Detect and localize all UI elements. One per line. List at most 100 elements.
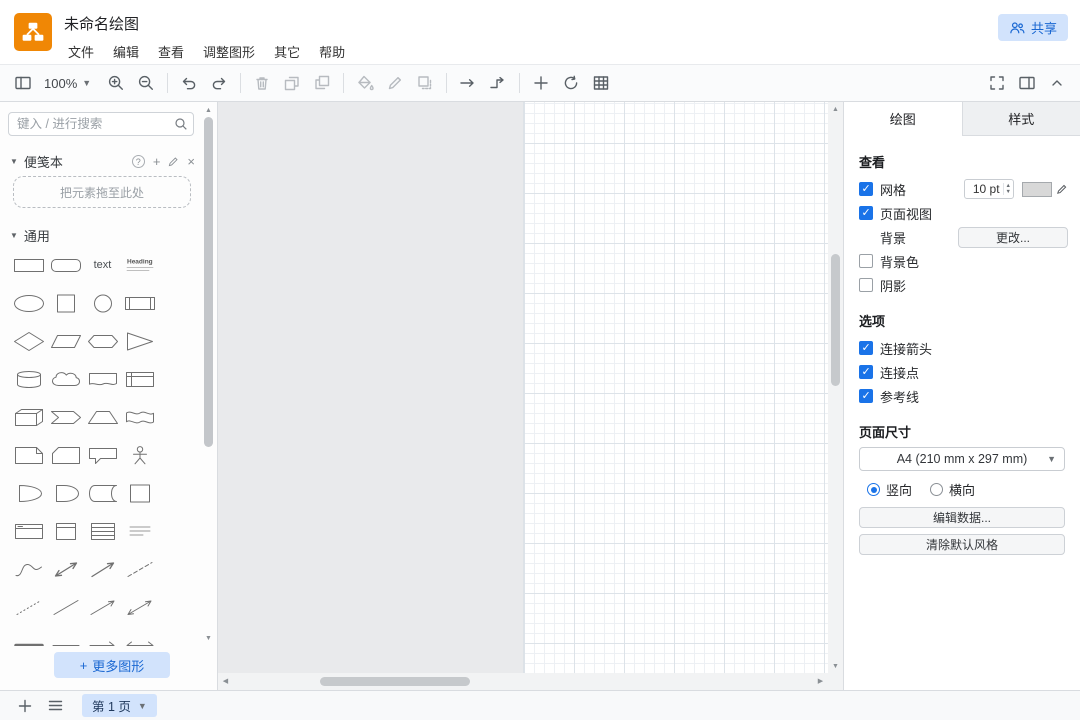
to-back-button[interactable] (307, 69, 337, 97)
scroll-down-icon[interactable]: ▼ (829, 660, 842, 672)
scratchpad-title[interactable]: 便笺本 (24, 152, 63, 171)
scroll-left-icon[interactable]: ◀ (219, 675, 232, 687)
line-color-button[interactable] (380, 69, 410, 97)
shape-search-input[interactable] (8, 112, 194, 136)
menu-arrange[interactable]: 调整图形 (201, 40, 257, 63)
pages-menu-button[interactable] (40, 694, 70, 718)
portrait-option[interactable]: 竖向 (867, 480, 912, 499)
toggle-format-panel-button[interactable] (1012, 69, 1042, 97)
landscape-radio[interactable] (930, 483, 943, 496)
insert-button[interactable] (526, 69, 556, 97)
change-background-button[interactable]: 更改... (958, 227, 1068, 248)
shape-trapezoid[interactable] (84, 398, 121, 436)
shape-window[interactable] (10, 512, 47, 550)
collapse-triangle-icon[interactable]: ▼ (10, 157, 18, 166)
zoom-dropdown[interactable]: 100% ▼ (44, 76, 91, 91)
redo-button[interactable] (204, 69, 234, 97)
scratchpad-help-icon[interactable]: ? (132, 155, 145, 168)
sidebar-scrollbar[interactable]: ▲ ▼ (202, 104, 215, 644)
undo-button[interactable] (174, 69, 204, 97)
grid-checkbox[interactable] (859, 182, 873, 196)
collapse-toolbar-button[interactable] (1042, 69, 1072, 97)
shape-text[interactable]: text (84, 246, 121, 284)
shape-line[interactable] (47, 588, 84, 626)
more-shapes-button[interactable]: + 更多图形 (54, 652, 170, 678)
shape-hexagon[interactable] (84, 322, 121, 360)
portrait-radio[interactable] (867, 483, 880, 496)
shape-or[interactable] (10, 474, 47, 512)
connection-arrow-button[interactable] (453, 69, 483, 97)
shape-card[interactable] (47, 436, 84, 474)
connection-arrows-checkbox[interactable] (859, 341, 873, 355)
menu-edit[interactable]: 编辑 (111, 40, 141, 63)
to-front-button[interactable] (277, 69, 307, 97)
fullscreen-button[interactable] (982, 69, 1012, 97)
shape-horizontal-bidirectional[interactable] (121, 626, 158, 646)
shape-dashed-line[interactable] (121, 550, 158, 588)
scratchpad-add-icon[interactable]: + (153, 154, 161, 169)
shape-data-storage[interactable] (84, 474, 121, 512)
shape-ellipse[interactable] (10, 284, 47, 322)
shape-rectangle[interactable] (10, 246, 47, 284)
stepper-arrows[interactable]: ▲▼ (1003, 183, 1013, 195)
shape-square[interactable] (47, 284, 84, 322)
canvas-vertical-scrollbar[interactable]: ▲ ▼ (828, 102, 843, 673)
shape-curve[interactable] (10, 550, 47, 588)
clear-default-style-button[interactable]: 清除默认风格 (859, 534, 1065, 555)
shape-horizontal-arrow[interactable] (84, 626, 121, 646)
insert-shape-button[interactable] (556, 69, 586, 97)
shape-container[interactable] (121, 474, 158, 512)
shape-cube[interactable] (10, 398, 47, 436)
shadow-button[interactable] (410, 69, 440, 97)
canvas[interactable]: ▲ ▼ ◀ ▶ (218, 102, 843, 690)
shape-heading[interactable]: Heading (121, 246, 158, 284)
menu-view[interactable]: 查看 (156, 40, 186, 63)
toggle-shapes-panel-button[interactable] (8, 69, 38, 97)
fill-color-button[interactable] (350, 69, 380, 97)
shape-callout[interactable] (84, 436, 121, 474)
horizontal-scroll-thumb[interactable] (320, 677, 470, 686)
shape-horizontal-line[interactable] (47, 626, 84, 646)
scratchpad-dropzone[interactable]: 把元素拖至此处 (13, 176, 191, 208)
menu-extras[interactable]: 其它 (272, 40, 302, 63)
background-color-checkbox[interactable] (859, 254, 873, 268)
sidebar-scroll-thumb[interactable] (204, 117, 213, 447)
scratchpad-edit-icon[interactable] (168, 156, 179, 167)
shadow-checkbox[interactable] (859, 278, 873, 292)
tab-diagram[interactable]: 绘图 (844, 102, 962, 136)
shape-note[interactable] (10, 436, 47, 474)
zoom-in-button[interactable] (101, 69, 131, 97)
shape-thin-arrow[interactable] (84, 588, 121, 626)
grid-color-button[interactable] (1022, 182, 1068, 197)
drawing-page[interactable] (523, 102, 843, 690)
landscape-option[interactable]: 横向 (930, 480, 975, 499)
shape-internal-storage[interactable] (121, 360, 158, 398)
shape-step[interactable] (47, 398, 84, 436)
shape-arrow[interactable] (84, 550, 121, 588)
page-size-select[interactable]: A4 (210 mm x 297 mm) ▼ (859, 447, 1065, 471)
shape-diamond[interactable] (10, 322, 47, 360)
edit-data-button[interactable]: 编辑数据... (859, 507, 1065, 528)
shape-dotted-line[interactable] (10, 588, 47, 626)
guides-checkbox[interactable] (859, 389, 873, 403)
zoom-out-button[interactable] (131, 69, 161, 97)
vertical-scroll-thumb[interactable] (831, 254, 840, 386)
shape-actor[interactable] (121, 436, 158, 474)
shape-list-item[interactable] (121, 512, 158, 550)
page-tab-1[interactable]: 第 1 页 ▼ (82, 694, 157, 717)
scratchpad-close-icon[interactable]: × (187, 154, 195, 169)
shape-circle[interactable] (84, 284, 121, 322)
shape-vertical-container[interactable] (47, 512, 84, 550)
shape-process[interactable] (121, 284, 158, 322)
shape-tape[interactable] (121, 398, 158, 436)
shape-cylinder[interactable] (10, 360, 47, 398)
menu-file[interactable]: 文件 (66, 40, 96, 63)
shape-thin-bidirectional-arrow[interactable] (121, 588, 158, 626)
shape-cloud[interactable] (47, 360, 84, 398)
shape-link[interactable] (10, 626, 47, 646)
page-view-checkbox[interactable] (859, 206, 873, 220)
shape-parallelogram[interactable] (47, 322, 84, 360)
canvas-horizontal-scrollbar[interactable]: ◀ ▶ (218, 673, 828, 690)
delete-button[interactable] (247, 69, 277, 97)
scroll-down-icon[interactable]: ▼ (202, 632, 215, 644)
